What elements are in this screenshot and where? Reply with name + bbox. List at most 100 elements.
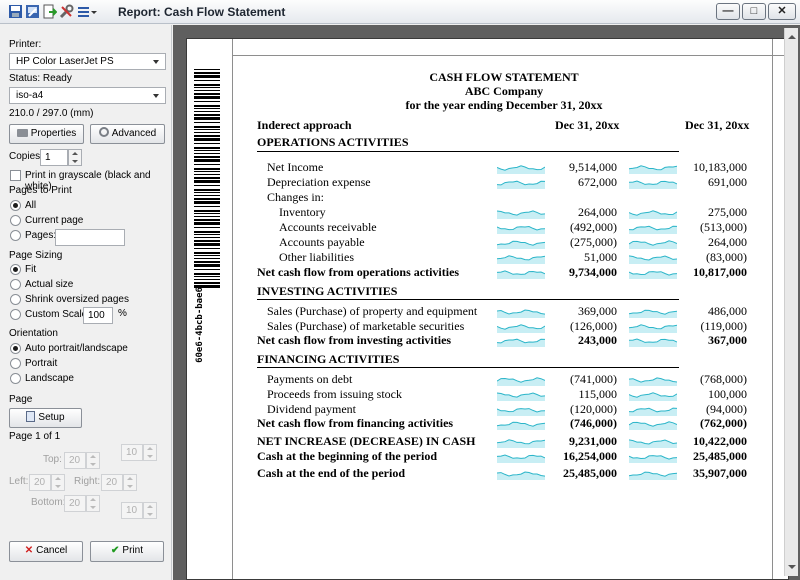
- barcode-bar: [194, 237, 220, 238]
- radio-actual-size[interactable]: [10, 279, 21, 290]
- printer-select[interactable]: HP Color LaserJet PS: [9, 53, 166, 70]
- sparkline: [629, 471, 677, 480]
- radio-current-page[interactable]: [10, 215, 21, 226]
- row-value: 16,254,000: [563, 449, 617, 463]
- custom-scale-unit: %: [118, 308, 127, 319]
- barcode-bar: [194, 75, 220, 78]
- right-margin-input[interactable]: 20: [101, 474, 123, 491]
- row-value: (762,000): [700, 416, 747, 430]
- radio-actual-size-label: Actual size: [25, 279, 74, 290]
- left-margin-input[interactable]: 20: [29, 474, 51, 491]
- row-value: 275,000: [708, 205, 747, 219]
- radio-fit[interactable]: [10, 264, 21, 275]
- sparkline: [629, 377, 677, 386]
- properties-label: Properties: [30, 128, 77, 139]
- row-value: 25,485,000: [693, 449, 747, 463]
- barcode-bar: [194, 189, 220, 191]
- copies-input[interactable]: 1: [40, 149, 68, 166]
- pages-range-input[interactable]: [55, 229, 125, 246]
- method-label: Inderect approach: [257, 118, 352, 132]
- orientation-label: Orientation: [9, 328, 58, 339]
- footer-margin-stepper[interactable]: [143, 502, 157, 519]
- row-value: 35,907,000: [693, 466, 747, 480]
- grayscale-checkbox[interactable]: [10, 170, 21, 181]
- row-value: 691,000: [708, 175, 747, 189]
- row-value: 243,000: [578, 333, 617, 347]
- barcode-bar: [194, 261, 220, 263]
- bottom-margin-label: Bottom:: [31, 497, 66, 508]
- barcode-bar: [194, 282, 220, 284]
- row-value: 100,000: [708, 387, 747, 401]
- minimize-button[interactable]: —: [716, 3, 740, 20]
- custom-scale-input[interactable]: 100: [83, 307, 113, 324]
- row-value: (513,000): [700, 220, 747, 234]
- header-margin-stepper[interactable]: [143, 444, 157, 461]
- title-bar: Report: Cash Flow Statement — □ ✕: [0, 0, 800, 24]
- advanced-label: Advanced: [111, 128, 157, 139]
- scroll-down-icon[interactable]: [786, 560, 797, 574]
- barcode-bar: [194, 143, 220, 144]
- row-value: (492,000): [570, 220, 617, 234]
- sparkline: [629, 210, 677, 219]
- radio-all[interactable]: [10, 200, 21, 211]
- page-margin-line: [232, 55, 788, 56]
- row-label: Sales (Purchase) of marketable securitie…: [267, 319, 465, 333]
- radio-portrait[interactable]: [10, 358, 21, 369]
- report-title: CASH FLOW STATEMENT: [429, 70, 579, 84]
- bottom-margin-stepper[interactable]: [86, 495, 100, 512]
- top-margin-stepper[interactable]: [86, 452, 100, 469]
- row-label: Net cash flow from financing activities: [257, 416, 454, 430]
- barcode-bar: [194, 87, 220, 88]
- menu-icon[interactable]: [76, 4, 98, 19]
- setup-button[interactable]: Setup: [9, 408, 82, 428]
- barcode-bar: [194, 216, 220, 217]
- vertical-scrollbar[interactable]: [784, 28, 798, 576]
- print-button[interactable]: ✔ Print: [90, 541, 164, 562]
- radio-auto-orientation[interactable]: [10, 343, 21, 354]
- barcode-bar: [194, 93, 220, 95]
- radio-auto-orientation-label: Auto portrait/landscape: [25, 343, 128, 354]
- row-value: 264,000: [578, 205, 617, 219]
- left-margin-stepper[interactable]: [51, 474, 65, 491]
- sparkline: [497, 454, 545, 463]
- cancel-label: Cancel: [36, 545, 68, 556]
- tools-icon[interactable]: [59, 4, 74, 19]
- sparkline: [629, 165, 677, 174]
- maximize-button[interactable]: □: [742, 3, 766, 20]
- page-section-label: Page: [9, 394, 33, 405]
- top-margin-input[interactable]: 20: [64, 452, 86, 469]
- paper-select[interactable]: iso-a4: [9, 87, 166, 104]
- cancel-button[interactable]: ✕ Cancel: [9, 541, 83, 562]
- right-margin-stepper[interactable]: [123, 474, 137, 491]
- copies-stepper[interactable]: [68, 149, 82, 166]
- footer-margin-input[interactable]: 10: [121, 502, 143, 519]
- chevron-down-icon: [153, 94, 159, 98]
- radio-custom-scale[interactable]: [10, 309, 21, 320]
- advanced-button[interactable]: Advanced: [90, 124, 165, 144]
- sparkline: [629, 271, 677, 279]
- save-icon[interactable]: [8, 4, 23, 19]
- radio-current-page-label: Current page: [25, 215, 84, 226]
- scroll-up-icon[interactable]: [786, 30, 797, 44]
- properties-button[interactable]: Properties: [9, 124, 84, 144]
- row-value: 9,514,000: [569, 160, 617, 174]
- radio-portrait-label: Portrait: [25, 358, 58, 369]
- radio-landscape[interactable]: [10, 373, 21, 384]
- cancel-x-icon: ✕: [24, 545, 34, 556]
- header-margin-input[interactable]: 10: [121, 444, 143, 461]
- barcode-bar: [194, 122, 220, 123]
- radio-pages-label: Pages:: [25, 230, 57, 241]
- close-button[interactable]: ✕: [768, 3, 796, 20]
- radio-shrink-oversized[interactable]: [10, 294, 21, 305]
- sparkline: [497, 210, 545, 219]
- sparkline: [497, 421, 545, 430]
- barcode-bar: [194, 234, 220, 235]
- radio-pages[interactable]: [10, 230, 21, 241]
- barcode-bar: [194, 243, 220, 246]
- sparkline: [629, 455, 677, 463]
- send-icon[interactable]: [42, 4, 57, 19]
- row-value: (746,000): [570, 416, 617, 430]
- sparkline: [629, 240, 677, 249]
- bottom-margin-input[interactable]: 20: [64, 495, 86, 512]
- export-icon[interactable]: [25, 4, 40, 19]
